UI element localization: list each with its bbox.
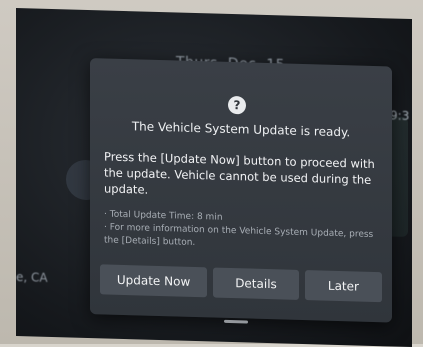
details-button[interactable]: Details — [213, 267, 299, 300]
dialog-button-row: Update Now Details Later — [100, 264, 382, 304]
update-dialog: ? The Vehicle System Update is ready. Pr… — [90, 58, 392, 323]
update-now-button[interactable]: Update Now — [100, 264, 208, 298]
dialog-title: The Vehicle System Update is ready. — [131, 119, 351, 140]
device-frame: Thurs, Dec. 15 9:3 e, CA ? The Vehicle S… — [0, 0, 423, 347]
dialog-notes: · Total Update Time: 8 min · For more in… — [104, 208, 384, 255]
page-indicator — [224, 319, 248, 324]
background-location: e, CA — [16, 270, 48, 285]
later-button[interactable]: Later — [304, 270, 382, 303]
dialog-message: Press the [Update Now] button to proceed… — [104, 149, 375, 197]
question-icon: ? — [228, 95, 246, 115]
infotainment-screen: Thurs, Dec. 15 9:3 e, CA ? The Vehicle S… — [16, 8, 412, 347]
background-clock: 9:3 — [390, 108, 410, 123]
